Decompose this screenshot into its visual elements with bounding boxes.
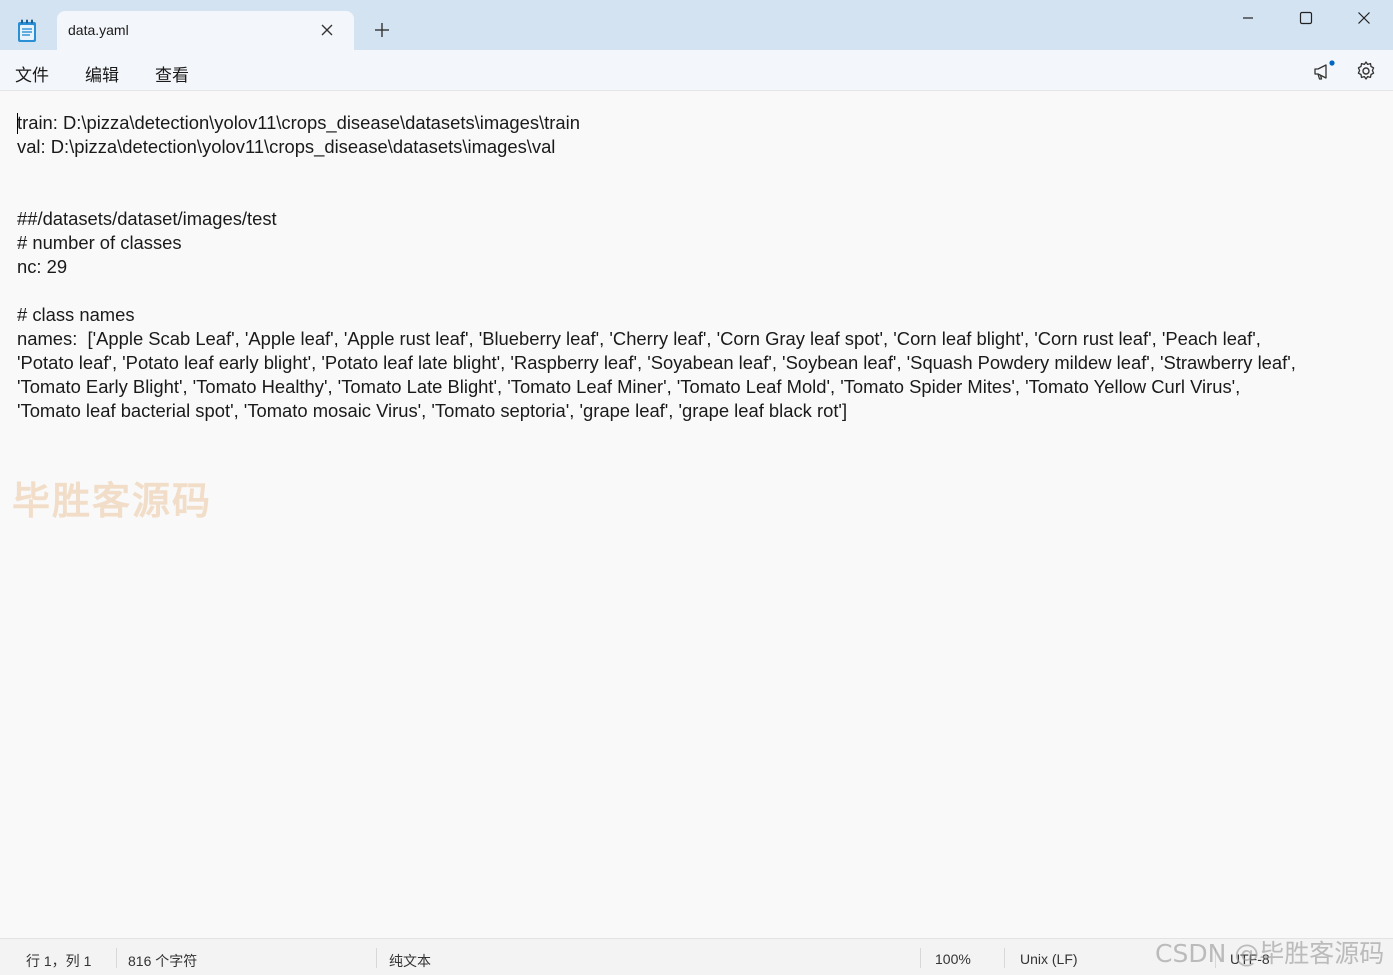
watermark-text: 毕胜客源码 (12, 479, 213, 523)
minimize-icon (1243, 17, 1253, 19)
menu-file[interactable]: 文件 (15, 61, 49, 86)
csdn-watermark: CSDN @毕胜客源码 (1155, 939, 1385, 968)
editor-content: train: D:\pizza\detection\yolov11\crops_… (17, 112, 1296, 421)
window-close-button[interactable] (1335, 0, 1393, 36)
menu-view[interactable]: 查看 (155, 61, 189, 86)
maximize-button[interactable] (1277, 0, 1335, 36)
minimize-button[interactable] (1219, 0, 1277, 36)
status-divider (376, 948, 377, 968)
text-caret (17, 113, 18, 134)
tab-title: data.yaml (68, 22, 129, 38)
cursor-position[interactable]: 行 1，列 1 (26, 951, 91, 971)
file-type: 纯文本 (389, 953, 431, 969)
gear-icon[interactable] (1354, 59, 1378, 83)
character-count: 816 个字符 (128, 953, 198, 969)
zoom-level[interactable]: 100% (935, 951, 971, 967)
menu-bar: 文件 编辑 查看 (0, 50, 1393, 91)
status-divider (920, 948, 921, 968)
close-icon (1358, 12, 1370, 24)
title-bar: data.yaml (0, 0, 1393, 50)
close-icon[interactable] (319, 22, 335, 38)
maximize-icon (1299, 11, 1313, 25)
line-ending[interactable]: Unix (LF) (1020, 951, 1078, 967)
status-divider (1004, 948, 1005, 968)
status-divider (116, 948, 117, 968)
plus-icon[interactable] (372, 20, 392, 40)
notepad-icon (18, 19, 36, 42)
tab-data-yaml[interactable]: data.yaml (57, 11, 354, 50)
notepad-window: data.yaml 文件 编辑 查看 train: D:\pizza\detec… (0, 0, 1393, 975)
menu-edit[interactable]: 编辑 (85, 61, 119, 86)
megaphone-icon[interactable] (1311, 59, 1335, 83)
